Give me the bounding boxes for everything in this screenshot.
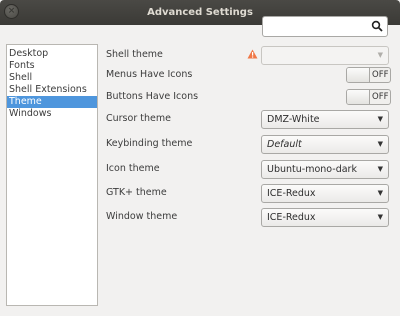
- search-input[interactable]: [262, 16, 388, 37]
- sidebar-item-theme[interactable]: Theme: [7, 96, 97, 108]
- sidebar-item-shell[interactable]: Shell: [7, 72, 97, 84]
- gtk-theme-value: ICE-Redux: [267, 188, 316, 199]
- chevron-down-icon: ▼: [377, 213, 383, 221]
- menus-have-icons-label: Menus Have Icons: [106, 69, 193, 80]
- buttons-have-icons-switch[interactable]: OFF: [346, 89, 391, 105]
- window-theme-select[interactable]: ICE-Redux ▼: [261, 208, 389, 227]
- switch-state: OFF: [372, 70, 389, 80]
- window-bottom-edge: [0, 306, 400, 316]
- warning-icon: [247, 49, 258, 59]
- chevron-down-icon: ▼: [377, 115, 383, 123]
- shell-theme-select[interactable]: ▼: [261, 46, 389, 65]
- switch-knob: [347, 90, 370, 104]
- category-sidebar: Desktop Fonts Shell Shell Extensions The…: [6, 44, 98, 306]
- icon-theme-select[interactable]: Ubuntu-mono-dark ▼: [261, 160, 389, 179]
- sidebar-item-shell-extensions[interactable]: Shell Extensions: [7, 84, 97, 96]
- keybinding-theme-select[interactable]: Default ▼: [261, 135, 389, 154]
- icon-theme-label: Icon theme: [106, 163, 160, 174]
- cursor-theme-value: DMZ-White: [267, 114, 320, 125]
- cursor-theme-select[interactable]: DMZ-White ▼: [261, 110, 389, 129]
- window-theme-label: Window theme: [106, 211, 178, 222]
- sidebar-item-fonts[interactable]: Fonts: [7, 60, 97, 72]
- sidebar-item-windows[interactable]: Windows: [7, 108, 97, 120]
- search-icon[interactable]: [370, 20, 384, 34]
- keybinding-theme-label: Keybinding theme: [106, 138, 193, 149]
- shell-theme-label: Shell theme: [106, 49, 163, 60]
- advanced-settings-window: × Advanced Settings Desktop Fonts Shell …: [0, 0, 400, 316]
- sidebar-item-desktop[interactable]: Desktop: [7, 48, 97, 60]
- chevron-down-icon: ▼: [377, 51, 383, 59]
- gtk-theme-select[interactable]: ICE-Redux ▼: [261, 184, 389, 203]
- buttons-have-icons-label: Buttons Have Icons: [106, 91, 199, 102]
- gtk-theme-label: GTK+ theme: [106, 187, 167, 198]
- keybinding-theme-value: Default: [267, 139, 302, 150]
- switch-state: OFF: [372, 92, 389, 102]
- cursor-theme-label: Cursor theme: [106, 113, 171, 124]
- switch-knob: [347, 68, 370, 82]
- icon-theme-value: Ubuntu-mono-dark: [267, 164, 357, 175]
- chevron-down-icon: ▼: [377, 140, 383, 148]
- window-theme-value: ICE-Redux: [267, 212, 316, 223]
- chevron-down-icon: ▼: [377, 189, 383, 197]
- chevron-down-icon: ▼: [377, 165, 383, 173]
- menus-have-icons-switch[interactable]: OFF: [346, 67, 391, 83]
